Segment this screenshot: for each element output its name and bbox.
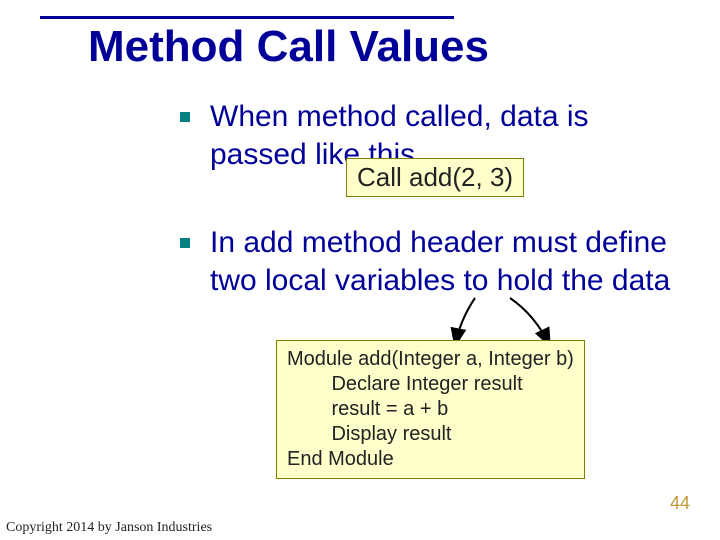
title-underline (40, 16, 454, 19)
module-code-box: Module add(Integer a, Integer b) Declare… (276, 340, 585, 479)
bullet-item-2: In add method header must define two loc… (180, 224, 690, 299)
bullet-icon (180, 112, 190, 122)
copyright-text: Copyright 2014 by Janson Industries (6, 520, 212, 536)
bullet-text-2: In add method header must define two loc… (210, 224, 690, 299)
slide-title: Method Call Values (88, 22, 489, 72)
call-code-box: Call add(2, 3) (346, 158, 524, 197)
page-number: 44 (670, 493, 690, 514)
bullet-icon (180, 238, 190, 248)
